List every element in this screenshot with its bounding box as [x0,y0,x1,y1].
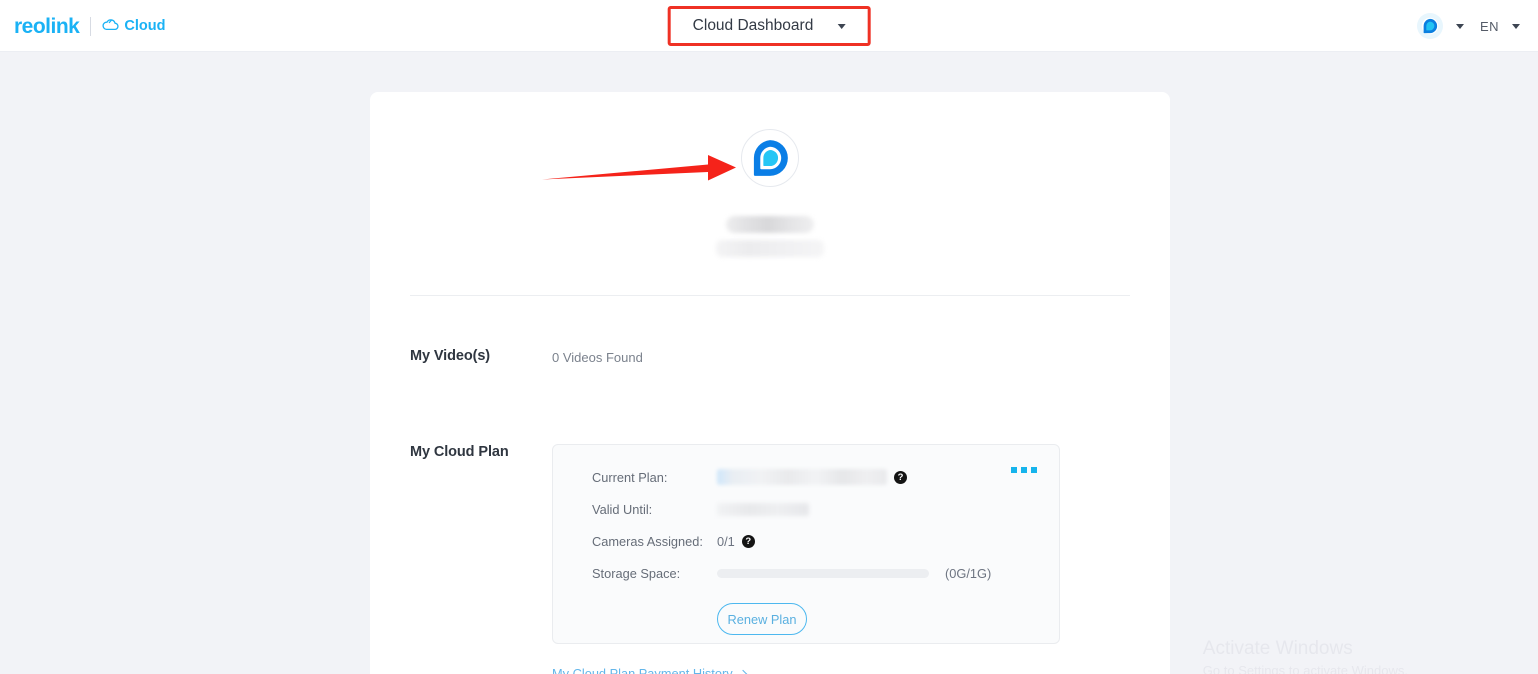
cameras-assigned-value: 0/1 [717,534,735,549]
chevron-right-icon [738,669,747,674]
language-selector[interactable]: EN [1480,19,1520,34]
cloud-product-text: Cloud [124,18,166,34]
reolink-droplet-avatar-icon[interactable] [1416,13,1443,39]
videos-found-text: 0 Videos Found [552,350,643,365]
watermark-line-2: Go to Settings to activate Windows. [1202,663,1408,674]
reolink-logo: reolink [14,14,80,38]
avatar[interactable] [741,129,799,187]
storage-progress-bar [717,569,929,578]
storage-space-label: Storage Space: [592,566,681,581]
renew-plan-button[interactable]: Renew Plan [717,603,807,635]
top-header: reolink Cloud Cloud Dashboard EN [0,0,1538,52]
payment-history-link[interactable]: My Cloud Plan Payment History [552,666,747,674]
brand-divider [90,16,92,36]
cloud-dashboard-page: reolink Cloud Cloud Dashboard EN My Vide… [0,0,1538,674]
header-right-controls: EN [1416,0,1520,52]
chevron-down-icon[interactable] [837,23,846,29]
cameras-assigned-field: Cameras Assigned: 0/1 ? [592,534,1059,549]
payment-history-label: My Cloud Plan Payment History [552,666,733,674]
valid-until-label: Valid Until: [592,502,653,517]
storage-space-field: Storage Space: (0G/1G) [592,566,1059,581]
activate-windows-watermark: Activate Windows Go to Settings to activ… [1203,637,1408,674]
current-plan-label: Current Plan: [592,469,668,485]
cameras-assigned-label: Cameras Assigned: [592,534,703,549]
cloud-product-label: Cloud [102,18,165,35]
section-divider [410,295,1130,296]
page-title: Cloud Dashboard [692,17,814,34]
cloud-plan-card: Current Plan: ? Valid Until: Cameras Ass… [552,444,1060,644]
my-cloud-plan-label: My Cloud Plan [410,444,509,460]
username-redacted [726,216,814,233]
language-chevron-down-icon[interactable] [1512,23,1520,29]
current-plan-help-icon[interactable]: ? [894,470,907,484]
cloud-icon [102,18,119,35]
language-label: EN [1479,18,1499,34]
valid-until-field: Valid Until: [592,502,1059,517]
account-chevron-down-icon[interactable] [1455,23,1464,29]
current-plan-field: Current Plan: ? [592,469,1059,485]
page-body: My Video(s) 0 Videos Found My Cloud Plan… [0,52,1538,674]
storage-space-value: (0G/1G) [945,566,992,581]
email-redacted [716,240,824,257]
account-menu[interactable] [1416,13,1464,39]
dashboard-card: My Video(s) 0 Videos Found My Cloud Plan… [370,92,1170,674]
cloud-dashboard-selector[interactable]: Cloud Dashboard [667,6,871,46]
watermark-line-1: Activate Windows [1202,638,1353,659]
my-cloud-plan-section: My Cloud Plan Current Plan: ? Valid Unti [370,444,1170,644]
my-videos-label: My Video(s) [410,348,491,364]
more-options-icon[interactable] [1011,467,1037,473]
valid-until-value-redacted [717,503,809,516]
brand-area[interactable]: reolink Cloud [14,0,165,52]
current-plan-value-redacted [717,469,887,485]
my-videos-section: My Video(s) 0 Videos Found [370,348,1170,365]
cameras-assigned-help-icon[interactable]: ? [741,535,755,548]
profile-block [370,92,1170,257]
